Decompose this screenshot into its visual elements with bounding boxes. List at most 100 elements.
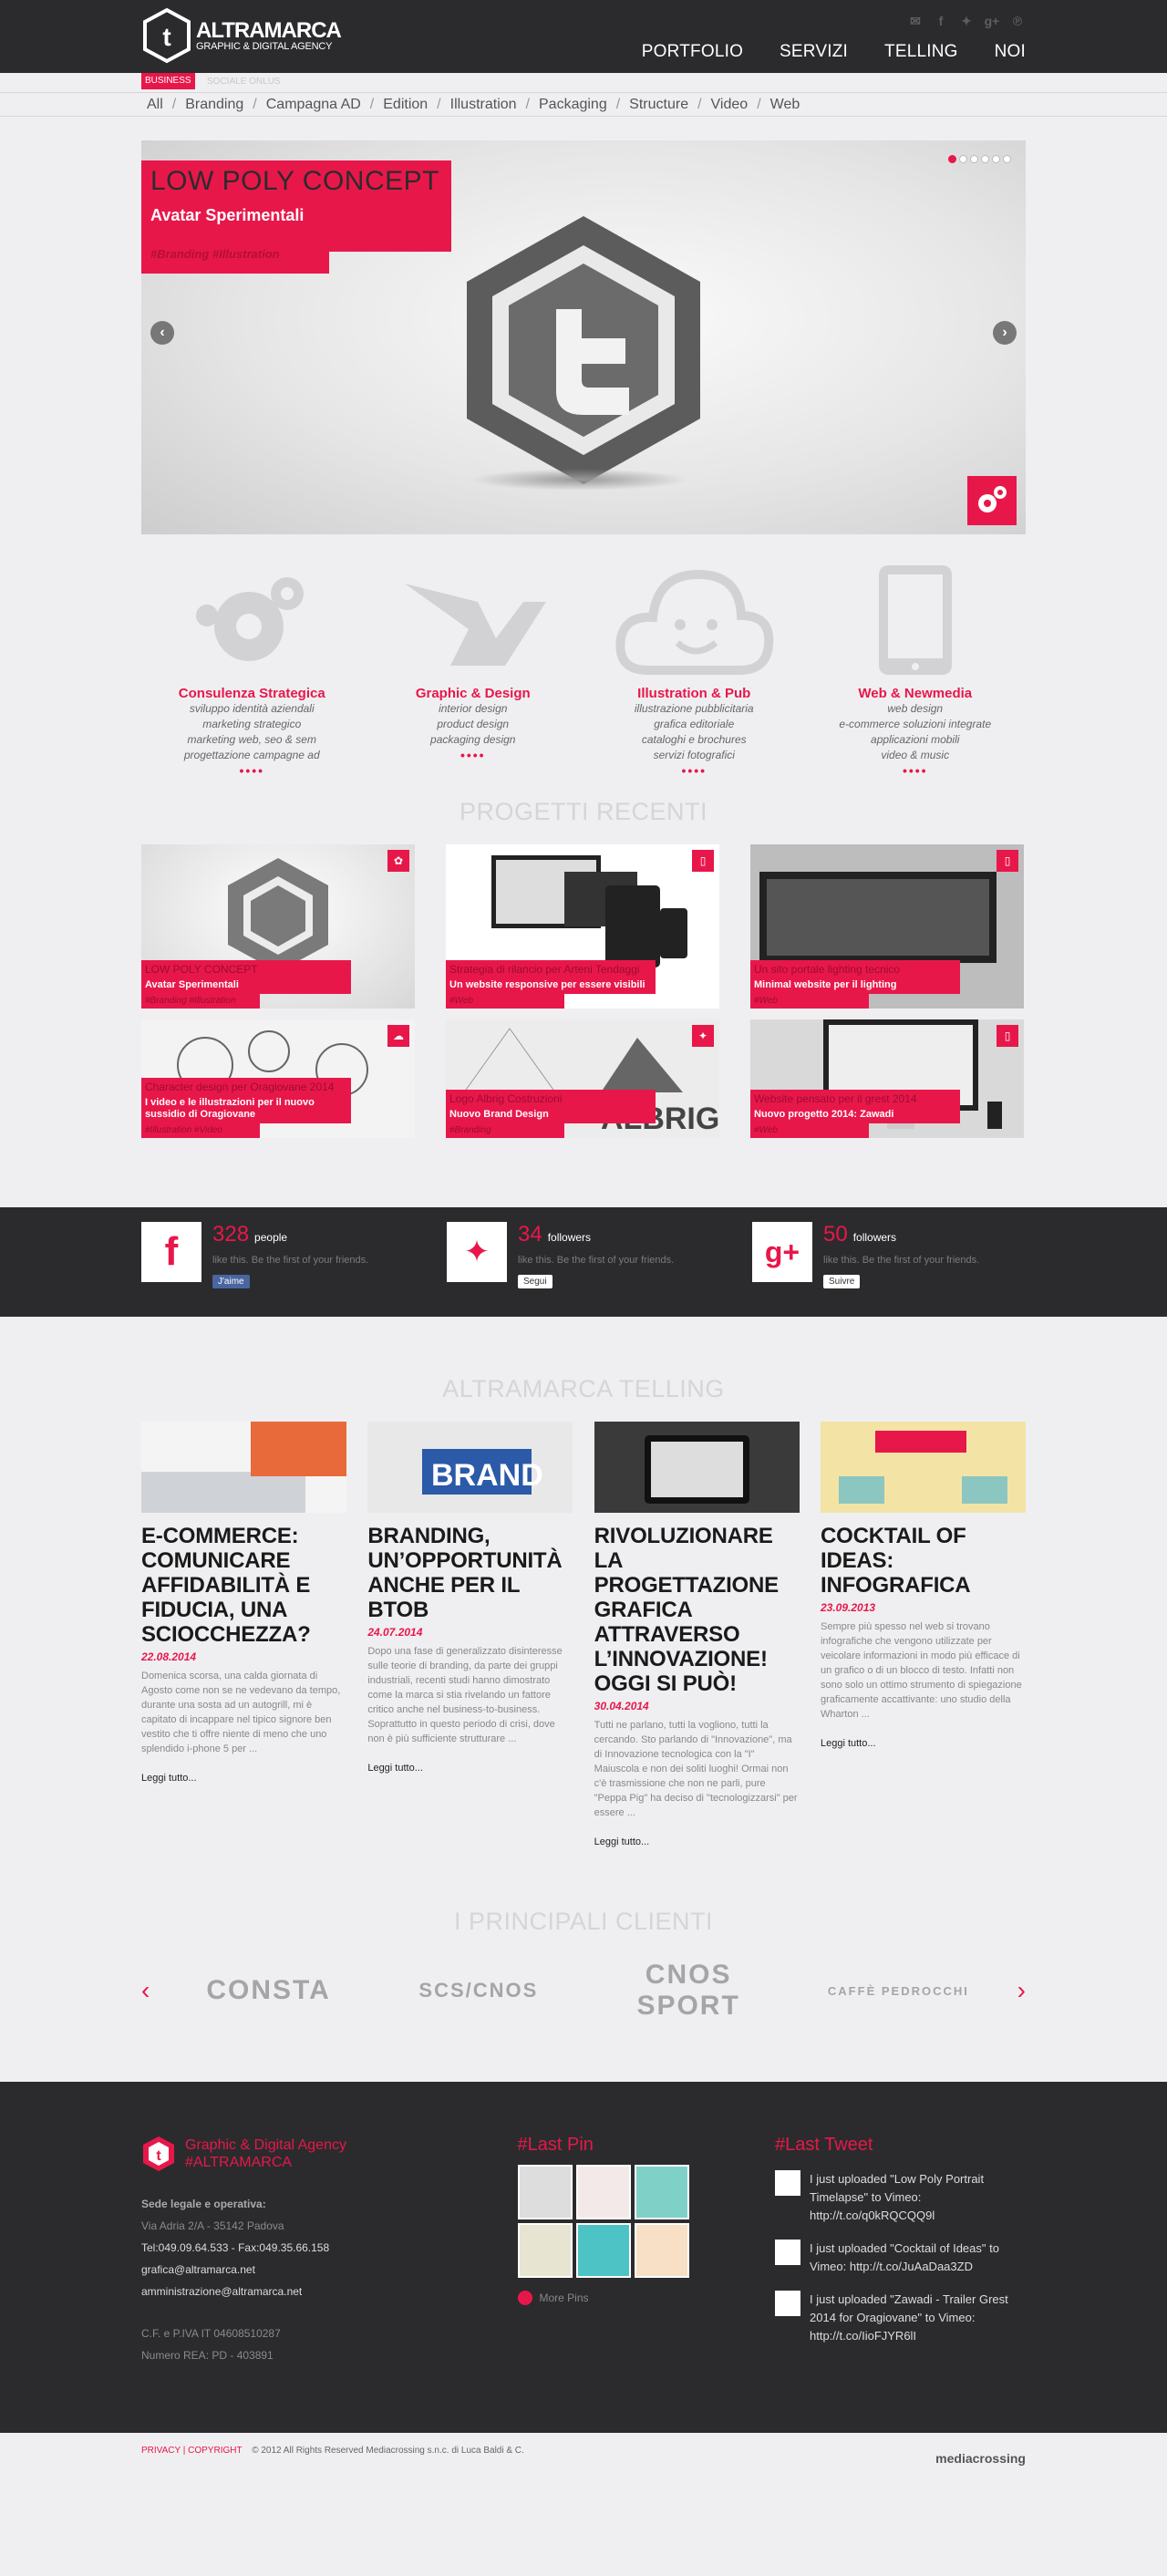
tablet-icon[interactable]: ▯ [997,1025,1018,1047]
filter-item[interactable]: Video [711,93,749,117]
project-card[interactable]: ▯ Un sito portale lighting tecnico Minimal… [750,844,1024,1009]
footer-piva: C.F. e P.IVA IT 04608510287 [141,2327,281,2340]
service-title[interactable]: Consulenza Strategica [141,686,363,701]
filter-item[interactable]: All [147,93,163,117]
brand-tagline: GRAPHIC & DIGITAL AGENCY [196,40,333,52]
more-pins-link[interactable]: More Pins [540,2292,589,2304]
nav-noi[interactable]: NOI [995,42,1026,62]
post-image[interactable] [820,1422,1026,1513]
filter-item[interactable]: Packaging [539,93,607,117]
tablet-icon[interactable]: ▯ [692,850,714,872]
post-title[interactable]: BRANDING, UN’OPPORTUNITÀ ANCHE PER IL BT… [367,1524,573,1622]
filter-separator: / [437,97,441,112]
read-more-link[interactable]: Leggi tutto... [367,1763,573,1774]
nav-portfolio[interactable]: PORTFOLIO [642,42,743,62]
service-more-link[interactable]: •••• [363,748,584,762]
follow-button[interactable]: Segui [518,1275,553,1288]
service-line: illustrazione pubblicitaria [634,702,754,715]
mediacrossing-logo[interactable]: mediacrossing [935,2440,1026,2477]
follow-button[interactable]: Suivre [823,1275,861,1288]
bird-icon[interactable]: ✦ [692,1025,714,1047]
tab-business[interactable]: BUSINESS [141,73,195,89]
post-title[interactable]: RIVOLUZIONARE LA PROGETTAZIONE GRAFICA A… [594,1524,800,1696]
service-more-link[interactable]: •••• [805,763,1027,778]
slider-dot[interactable] [981,155,989,163]
project-tags: #Web [750,994,869,1009]
twitter-icon[interactable]: ✦ [447,1222,507,1282]
post-date: 22.08.2014 [141,1650,197,1663]
read-more-link[interactable]: Leggi tutto... [141,1773,346,1784]
logo[interactable]: t ALTRAMARCA GRAPHIC & DIGITAL AGENCY [141,7,342,64]
tweet-text[interactable]: I just uploaded "Cocktail of Ideas" to V… [810,2240,1026,2276]
slider-prev-button[interactable]: ‹ [150,321,174,345]
filter-item[interactable]: Illustration [450,93,517,117]
post-image[interactable]: BRAND [367,1422,573,1513]
project-card[interactable]: ▯ Website pensato per il grest 2014 Nuovo … [750,1019,1024,1138]
footer-email-1[interactable]: grafica@altramarca.net [141,2259,442,2281]
svg-text:BRAND: BRAND [431,1458,543,1493]
tablet-icon[interactable]: ▯ [997,850,1018,872]
service-title[interactable]: Graphic & Design [363,686,584,701]
tablet-icon [805,558,1027,682]
slider-dot[interactable] [959,155,967,163]
pin-thumb[interactable] [517,2165,573,2219]
gear-icon[interactable]: ✿ [387,850,409,872]
facebook-icon[interactable]: f [933,15,949,27]
service-line: cataloghi e brochures [641,733,747,746]
filter-item[interactable]: Structure [629,93,688,117]
follow-button[interactable]: J'aime [212,1275,250,1288]
footer-email-2[interactable]: amministrazione@altramarca.net [141,2281,442,2302]
cloud-icon[interactable]: ☁ [387,1025,409,1047]
tweet-text[interactable]: I just uploaded "Zawadi - Trailer Grest … [810,2291,1026,2345]
slider-dot[interactable] [970,155,978,163]
pin-thumb[interactable] [634,2165,689,2219]
slider-dot[interactable] [992,155,1000,163]
googleplus-icon[interactable]: g+ [984,15,1000,27]
pin-thumb[interactable] [575,2165,631,2219]
googleplus-icon[interactable]: g+ [752,1222,812,1282]
slider-dots [948,155,1011,163]
post-image[interactable] [594,1422,800,1513]
project-card[interactable]: ALBRIG ✦ Logo Albrig Costruzioni Nuovo Bran… [446,1019,719,1138]
read-more-link[interactable]: Leggi tutto... [821,1738,1026,1749]
project-card[interactable]: ▯ Strategia di rilancio per Arteni Tendag… [446,844,719,1009]
service-more-link[interactable]: •••• [584,763,805,778]
privacy-link[interactable]: PRIVACY | COPYRIGHT [141,2446,242,2456]
twitter-icon[interactable]: ✦ [958,15,975,27]
pin-thumb[interactable] [517,2223,573,2278]
read-more-link[interactable]: Leggi tutto... [594,1836,800,1847]
slider-next-button[interactable]: › [993,321,1017,345]
project-card[interactable]: ✿ LOW POLY CONCEPT Avatar Sperimentali #Bra… [141,844,415,1009]
tab-sociale-onlus[interactable]: SOCIALE ONLUS [207,77,281,87]
mail-icon[interactable]: ✉ [907,15,924,27]
slider-dot[interactable] [1003,155,1011,163]
clients-prev-icon[interactable]: ‹ [141,1976,150,2005]
twitter-icon [775,2240,800,2265]
service-title[interactable]: Illustration & Pub [584,686,805,701]
gear-icon[interactable] [967,476,1017,525]
filter-item[interactable]: Campagna AD [266,93,361,117]
facebook-icon[interactable]: f [141,1222,201,1282]
filter-item[interactable]: Edition [383,93,428,117]
nav-servizi[interactable]: SERVIZI [780,42,848,62]
post-title[interactable]: E-COMMERCE: COMUNICARE AFFIDABILITÀ E FI… [141,1524,346,1647]
slider-dot[interactable] [948,155,956,163]
project-subtitle: Nuovo progetto 2014: Zawadi [754,1109,894,1120]
service-more-link[interactable]: •••• [141,763,363,778]
clients-next-icon[interactable]: › [1017,1976,1026,2005]
nav-telling[interactable]: TELLING [884,42,958,62]
post-excerpt: Sempre più spesso nel web si trovano inf… [820,1621,1022,1720]
pin-thumb[interactable] [575,2223,631,2278]
filter-item[interactable]: Branding [185,93,243,117]
service-card: Illustration & Pub illustrazione pubblici… [584,558,805,778]
project-card[interactable]: ☁ Character design per Oragiovane 2014 I v… [141,1019,415,1138]
project-tags: #Branding #Illustration [141,994,260,1009]
service-title[interactable]: Web & Newmedia [805,686,1027,701]
pinterest-icon[interactable]: ℗ [1009,15,1026,27]
footer-logo-icon: t [143,2136,174,2171]
filter-item[interactable]: Web [770,93,800,117]
tweet-text[interactable]: I just uploaded "Low Poly Portrait Timel… [810,2170,1026,2225]
post-image[interactable] [141,1422,346,1513]
post-title[interactable]: COCKTAIL OF IDEAS: INFOGRAFICA [821,1524,1026,1598]
pin-thumb[interactable] [634,2223,689,2278]
